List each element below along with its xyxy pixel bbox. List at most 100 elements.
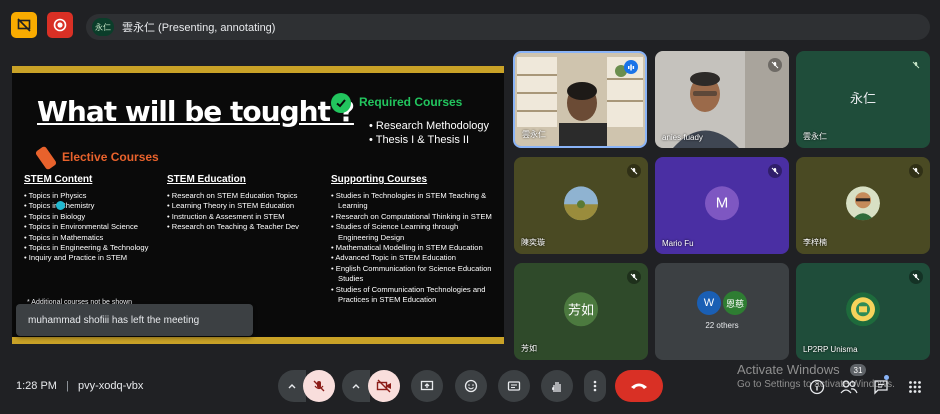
mic-off-icon: [313, 380, 325, 392]
reactions-button[interactable]: [455, 370, 487, 402]
clock-time: 1:28 PM: [16, 380, 57, 392]
list-item: Learning Theory in STEM Education: [167, 201, 299, 211]
participant-name: 雲永仁: [803, 132, 827, 141]
present-screen-icon: [420, 380, 434, 391]
record-button[interactable]: [47, 12, 73, 38]
raise-hand-button[interactable]: [541, 370, 573, 402]
presenter-label: 雲永仁 (Presenting, annotating): [122, 22, 276, 34]
participant-tile[interactable]: LP2RP Unisma: [796, 263, 930, 360]
participant-tile[interactable]: 永仁 雲永仁: [796, 51, 930, 148]
presentation-slide: What will be tought ? Required Courses R…: [12, 66, 504, 344]
record-icon: [53, 18, 67, 32]
emoji-icon: [464, 379, 478, 393]
participant-avatar: [846, 185, 880, 220]
presenter-bar[interactable]: 永仁 雲永仁 (Presenting, annotating): [86, 14, 930, 40]
supporting-courses-list: Studies in Technologies in STEM Teaching…: [331, 191, 497, 305]
list-item: Research on STEM Education Topics: [167, 191, 299, 201]
participant-tile[interactable]: M Mario Fu: [655, 157, 789, 254]
participant-avatar: M: [705, 185, 739, 220]
video-options-button[interactable]: [342, 370, 370, 402]
participant-avatar: [564, 185, 598, 220]
activities-button[interactable]: [906, 378, 924, 396]
participant-tile[interactable]: 雲永仁: [513, 51, 647, 148]
required-courses-heading: Required Courses: [359, 95, 463, 109]
separator: |: [66, 380, 69, 392]
mic-off-icon: [768, 164, 782, 178]
people-count-badge: 31: [850, 364, 866, 376]
speaking-indicator-icon: [624, 60, 638, 74]
list-item: Studies in Technologies in STEM Teaching…: [331, 191, 497, 212]
leave-call-button[interactable]: [615, 370, 663, 402]
required-courses-list: Research Methodology Thesis I & Thesis I…: [369, 119, 489, 147]
participant-avatar: W: [697, 291, 721, 315]
list-item: Research on Computational Thinking in ST…: [331, 212, 497, 222]
present-now-button[interactable]: [411, 370, 443, 402]
apps-grid-icon: [909, 381, 921, 393]
captions-button[interactable]: [498, 370, 530, 402]
list-item: Research on Teaching & Teacher Dev: [167, 222, 299, 232]
list-item: Topics in Chemistry: [24, 201, 148, 211]
mic-off-icon: [627, 164, 641, 178]
participant-name: 陳奕璇: [521, 238, 545, 247]
chat-notification-dot: [884, 375, 889, 380]
chevron-up-icon: [288, 384, 296, 389]
mic-off-icon: [627, 270, 641, 284]
participant-name: 芳如: [521, 344, 537, 353]
mic-off-icon: [909, 164, 923, 178]
meet-window: 永仁 雲永仁 (Presenting, annotating) What wil…: [0, 0, 940, 414]
mic-off-icon: [909, 270, 923, 284]
hide-presentation-button[interactable]: [11, 12, 37, 38]
list-item: Topics in Biology: [24, 212, 148, 222]
chat-icon: [874, 380, 888, 395]
info-icon: [809, 379, 825, 395]
chevron-up-icon: [352, 384, 360, 389]
meeting-details-button[interactable]: [808, 378, 826, 396]
mic-off-icon: [909, 58, 923, 72]
pencil-icon: [34, 145, 58, 171]
list-item: English Communication for Science Educat…: [331, 264, 497, 285]
participant-name: LP2RP Unisma: [803, 345, 858, 354]
more-options-button[interactable]: [584, 370, 606, 402]
stem-content-heading: STEM Content: [24, 174, 93, 185]
presenter-avatar: 永仁: [92, 18, 114, 36]
list-item: Topics in Mathematics: [24, 233, 148, 243]
people-button[interactable]: [840, 378, 858, 396]
participant-tile[interactable]: 芳如 芳如: [514, 263, 648, 360]
list-item: Advanced Topic in STEM Education: [331, 253, 497, 263]
camera-off-icon: [376, 379, 391, 393]
participant-name: 李梓楠: [803, 238, 827, 247]
more-vert-icon: [593, 380, 597, 392]
participant-name: anies fuady: [662, 133, 703, 142]
audio-options-button[interactable]: [278, 370, 306, 402]
participant-name: 雲永仁: [522, 130, 546, 139]
participant-tile[interactable]: 陳奕璇: [514, 157, 648, 254]
slide-title: What will be tought ?: [37, 95, 355, 128]
present-off-icon: [17, 18, 31, 32]
participant-tile[interactable]: anies fuady: [655, 51, 789, 148]
chat-button[interactable]: [872, 378, 890, 396]
list-item: Instruction & Assesment in STEM: [167, 212, 299, 222]
others-tile[interactable]: W 恩慈 22 others: [655, 263, 789, 360]
list-item: Thesis I & Thesis II: [369, 133, 489, 147]
participant-tile[interactable]: 李梓楠: [796, 157, 930, 254]
activate-title: Activate Windows: [737, 362, 840, 377]
list-item: Studies of Science Learning through Engi…: [331, 222, 497, 243]
hand-icon: [552, 382, 561, 392]
participant-avatar: 恩慈: [723, 291, 747, 315]
supporting-courses-heading: Supporting Courses: [331, 174, 428, 185]
people-icon: [840, 380, 858, 394]
annotation-cursor: [56, 201, 65, 210]
participant-name: Mario Fu: [662, 239, 694, 248]
list-item: Mathematical Modelling in STEM Education: [331, 243, 497, 253]
stem-education-heading: STEM Education: [167, 174, 246, 185]
bottom-bar: 1:28 PM | pvy-xodq-vbx Activate Windows …: [0, 360, 940, 414]
notification-toast: muhammad shofiii has left the meeting: [16, 304, 253, 336]
camera-toggle-button[interactable]: [368, 370, 400, 402]
others-count: 22 others: [705, 321, 739, 330]
list-item: Inquiry and Practice in STEM: [24, 253, 148, 263]
stem-content-list: Topics in Physics Topics in Chemistry To…: [24, 191, 149, 264]
list-item: Topics in Environmental Science: [24, 222, 148, 232]
mic-toggle-button[interactable]: [303, 370, 335, 402]
list-item: Topics in Engineering & Technology: [24, 243, 149, 253]
elective-courses-heading: Elective Courses: [62, 150, 159, 164]
